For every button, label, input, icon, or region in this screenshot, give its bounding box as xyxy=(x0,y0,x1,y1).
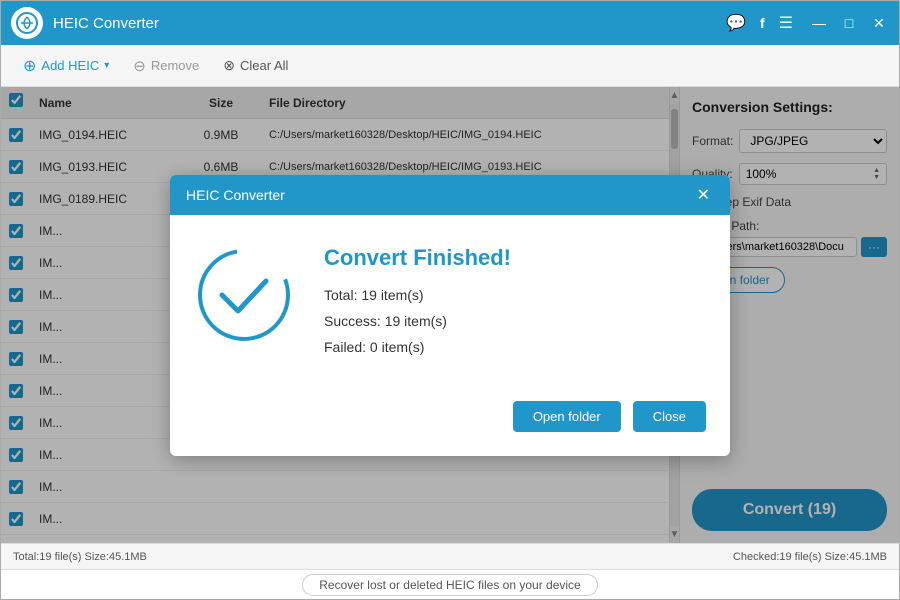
recover-link[interactable]: Recover lost or deleted HEIC files on yo… xyxy=(302,574,597,596)
app-window: HEIC Converter 💬 f ☰ — □ ✕ ⊕ Add HEIC ▾ … xyxy=(0,0,900,600)
modal-total: Total: 19 item(s) xyxy=(324,287,706,303)
title-bar-icons: 💬 f ☰ xyxy=(726,13,793,33)
modal-success: Success: 19 item(s) xyxy=(324,313,706,329)
modal-dialog: HEIC Converter ✕ Convert Finished! Total… xyxy=(170,175,730,456)
modal-failed: Failed: 0 item(s) xyxy=(324,339,706,355)
dropdown-arrow-icon[interactable]: ▾ xyxy=(104,60,109,71)
remove-label: Remove xyxy=(151,58,199,73)
modal-close-button[interactable]: ✕ xyxy=(693,185,714,205)
facebook-icon[interactable]: f xyxy=(760,15,765,31)
close-button[interactable]: ✕ xyxy=(869,15,889,32)
app-logo xyxy=(11,7,43,39)
modal-heading: Convert Finished! xyxy=(324,245,706,271)
title-bar: HEIC Converter 💬 f ☰ — □ ✕ xyxy=(1,1,899,45)
modal-content: Convert Finished! Total: 19 item(s) Succ… xyxy=(324,245,706,365)
modal-footer: Open folder Close xyxy=(170,389,730,456)
main-area: Name Size File Directory IMG_0194.HEIC0.… xyxy=(1,87,899,543)
maximize-button[interactable]: □ xyxy=(839,15,859,31)
status-right: Checked:19 file(s) Size:45.1MB xyxy=(733,551,887,563)
modal-overlay: HEIC Converter ✕ Convert Finished! Total… xyxy=(1,87,899,543)
status-bar: Total:19 file(s) Size:45.1MB Checked:19 … xyxy=(1,543,899,569)
menu-icon[interactable]: ☰ xyxy=(779,13,793,33)
add-heic-button[interactable]: ⊕ Add HEIC ▾ xyxy=(13,51,119,81)
clear-all-button[interactable]: ⊗ Clear All xyxy=(213,52,298,79)
clear-label: Clear All xyxy=(240,58,288,73)
success-icon xyxy=(194,245,294,345)
modal-close-action-button[interactable]: Close xyxy=(633,401,706,432)
minimize-button[interactable]: — xyxy=(809,15,829,31)
remove-button[interactable]: ⊖ Remove xyxy=(123,52,209,80)
add-label: Add HEIC xyxy=(41,58,99,73)
clear-icon: ⊗ xyxy=(223,57,235,74)
remove-icon: ⊖ xyxy=(133,57,146,75)
recover-bar: Recover lost or deleted HEIC files on yo… xyxy=(1,569,899,599)
toolbar: ⊕ Add HEIC ▾ ⊖ Remove ⊗ Clear All xyxy=(1,45,899,87)
window-controls: — □ ✕ xyxy=(809,15,889,32)
modal-body: Convert Finished! Total: 19 item(s) Succ… xyxy=(170,215,730,389)
app-title: HEIC Converter xyxy=(53,15,726,32)
modal-title: HEIC Converter xyxy=(186,187,285,203)
modal-open-folder-button[interactable]: Open folder xyxy=(513,401,621,432)
modal-header: HEIC Converter ✕ xyxy=(170,175,730,215)
chat-icon[interactable]: 💬 xyxy=(726,13,746,33)
add-icon: ⊕ xyxy=(23,56,36,76)
status-left: Total:19 file(s) Size:45.1MB xyxy=(13,551,147,563)
